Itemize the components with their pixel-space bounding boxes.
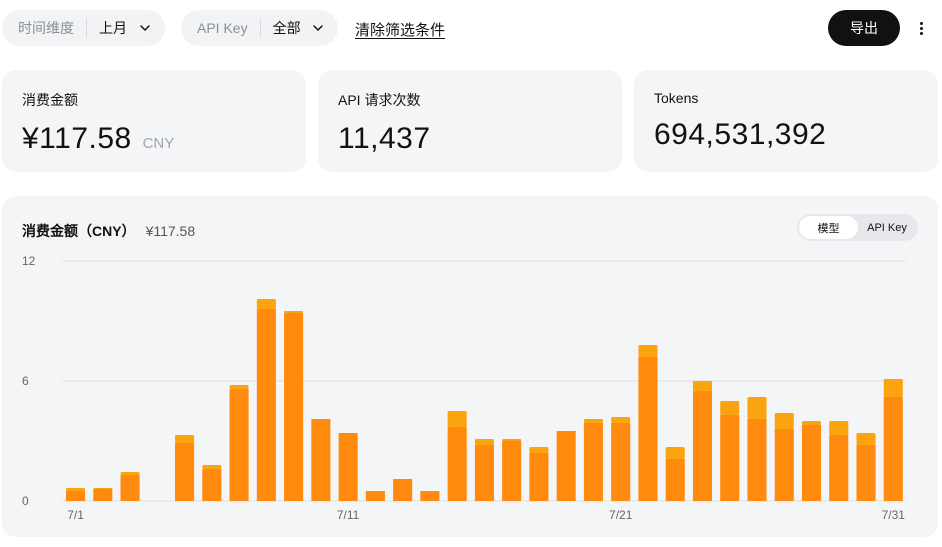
bar-segment-main xyxy=(256,309,276,501)
bar-segment-top xyxy=(856,433,876,445)
bar-segment-top xyxy=(611,417,631,423)
bar-segment-top xyxy=(529,447,549,453)
bar-segment-main xyxy=(665,459,685,501)
bar-segment-main xyxy=(66,491,86,501)
bar-segment-top xyxy=(202,465,222,469)
cost-bar-chart: 0 6 12 7/1 7/11 7/21 7/31 xyxy=(22,254,906,522)
bar-segment-main xyxy=(556,431,576,501)
bar-segment-main xyxy=(474,445,494,501)
bar-segment-top xyxy=(583,419,603,423)
bar-segment-main xyxy=(774,429,794,501)
bar-segment-main xyxy=(611,423,631,501)
bar-segment-main xyxy=(229,389,249,501)
bar-segment-top xyxy=(747,397,767,419)
bar-segment-main xyxy=(801,425,822,501)
bar-segment-top xyxy=(720,401,740,415)
bar-segment-main xyxy=(502,441,522,501)
bar-segment-top xyxy=(474,439,494,445)
x-tick-label: 7/11 xyxy=(337,508,360,522)
bar-segment-top xyxy=(692,381,713,391)
bar-segment-top xyxy=(93,488,113,489)
bar-segment-main xyxy=(120,475,140,501)
bar-segment-main xyxy=(447,427,467,501)
x-tick-label: 7/1 xyxy=(67,508,84,522)
y-tick-label: 6 xyxy=(22,374,29,388)
bar-segment-main xyxy=(420,491,440,501)
bar-segment-top xyxy=(229,385,249,389)
bar-segment-top xyxy=(774,413,794,429)
bar-segment-top xyxy=(502,439,522,441)
bar-segment-top xyxy=(638,345,658,357)
bar-segment-main xyxy=(338,433,358,501)
bar-segment-main xyxy=(311,419,331,501)
bar-segment-top xyxy=(256,299,276,309)
bar-segment-top xyxy=(665,447,685,459)
bar-segment-main xyxy=(365,491,385,501)
bar-segment-main xyxy=(93,489,113,501)
bar-segment-main xyxy=(829,435,849,501)
bar-segment-top xyxy=(447,411,467,427)
bar-segment-top xyxy=(284,311,304,313)
x-tick-label: 7/31 xyxy=(882,508,906,522)
bar-segment-main xyxy=(202,469,222,501)
bar-segment-main xyxy=(284,313,304,501)
bar-segment-main xyxy=(883,397,903,501)
bar-segment-main xyxy=(393,479,413,501)
bar-segment-main xyxy=(692,391,713,501)
bar-segment-main xyxy=(583,423,603,501)
bar-segment-main xyxy=(638,357,658,501)
bar-segment-top xyxy=(829,421,849,435)
y-tick-label: 12 xyxy=(22,254,36,268)
bar-segment-top xyxy=(66,488,86,491)
bar-segment-main xyxy=(747,419,767,501)
bar-segment-main xyxy=(529,453,549,501)
x-tick-label: 7/21 xyxy=(609,508,633,522)
bar-segment-top xyxy=(175,435,195,443)
bar-segment-top xyxy=(801,421,822,425)
y-tick-label: 0 xyxy=(22,494,29,508)
bar-segment-top xyxy=(120,472,140,475)
bar-segment-main xyxy=(720,415,740,501)
bar-segment-top xyxy=(883,379,903,397)
bar-segment-main xyxy=(856,445,876,501)
bar-segment-main xyxy=(175,443,195,501)
